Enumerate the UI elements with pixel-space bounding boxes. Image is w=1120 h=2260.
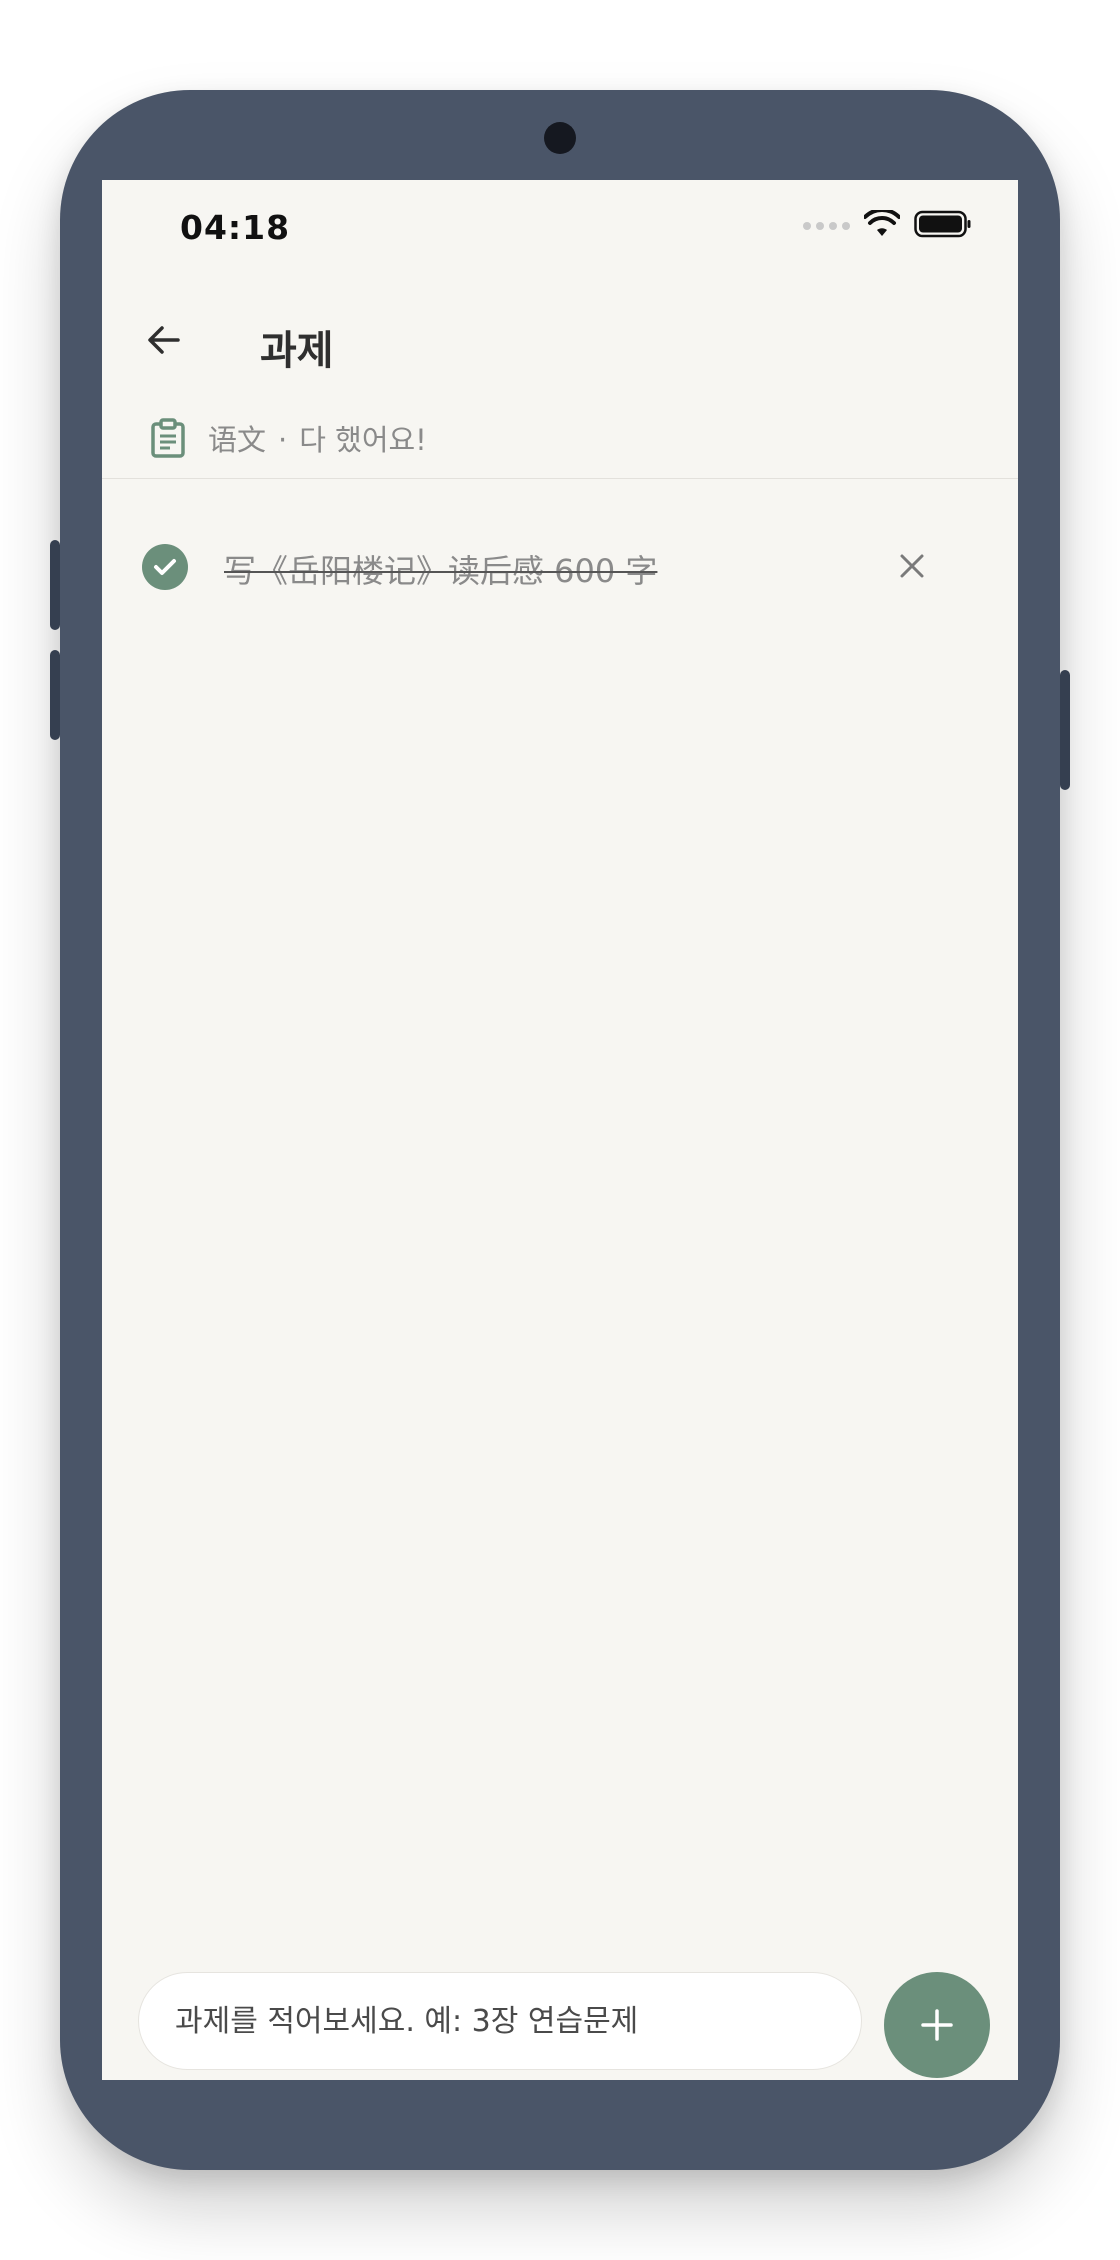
- clipboard-icon: [150, 418, 186, 458]
- wifi-icon: [863, 207, 901, 242]
- volume-up-button: [50, 540, 60, 630]
- subject-name: 语文: [208, 423, 267, 457]
- new-task-input[interactable]: [138, 1972, 862, 2070]
- page-title: 과제: [260, 328, 334, 374]
- signal-dots-icon: [803, 222, 850, 230]
- subject-separator: ·: [278, 423, 288, 457]
- subject-status: 다 했어요!: [299, 423, 427, 457]
- task-text[interactable]: 写《岳阳楼记》读后感 600 字: [224, 546, 657, 592]
- volume-down-button: [50, 650, 60, 740]
- camera-icon: [544, 122, 576, 154]
- device-frame: 04:18 과제 语文 · 다 했어요! 写《岳阳楼记》读后感 600 字 과제…: [50, 90, 1070, 2170]
- back-button[interactable]: [140, 316, 188, 364]
- status-icons: [803, 207, 972, 242]
- status-time: 04:18: [180, 208, 291, 247]
- power-button: [1060, 670, 1070, 790]
- app-header: 과제: [102, 280, 1018, 390]
- subject-summary: 语文 · 다 했어요!: [102, 398, 1018, 479]
- subject-label: 语文 · 다 했어요!: [208, 417, 427, 459]
- plus-icon: [921, 2009, 953, 2041]
- battery-icon: [914, 210, 972, 242]
- task-complete-toggle[interactable]: [142, 544, 188, 590]
- check-circle-icon: [154, 559, 176, 575]
- close-icon: [900, 554, 924, 578]
- add-task-button[interactable]: [884, 1972, 990, 2078]
- delete-task-button[interactable]: [892, 546, 932, 586]
- app-screen: 04:18 과제 语文 · 다 했어요! 写《岳阳楼记》读后感 600 字 과제…: [102, 180, 1018, 2080]
- task-row: 写《岳阳楼记》读后感 600 字: [102, 516, 1018, 616]
- arrow-left-icon: [148, 326, 180, 354]
